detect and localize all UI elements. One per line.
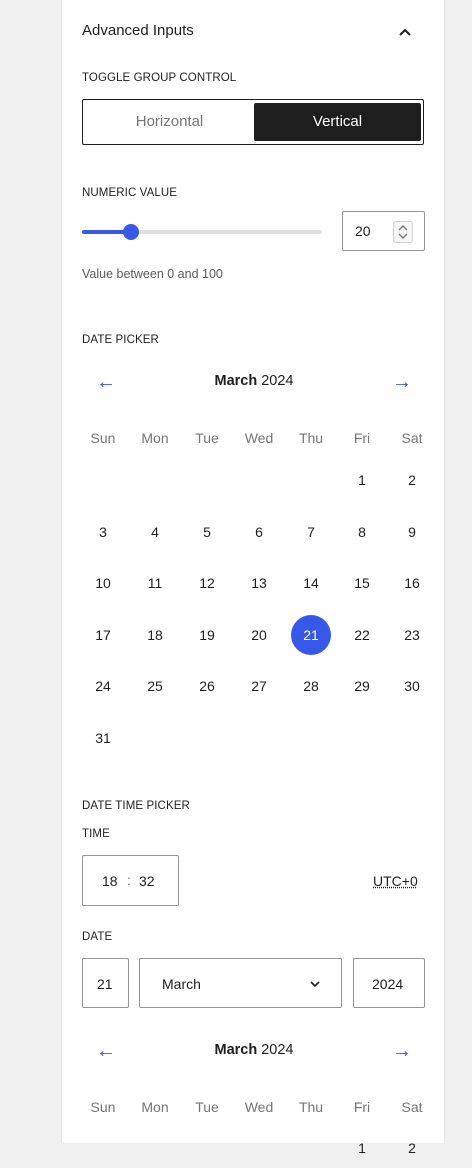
arrow-right-icon[interactable]: → [387, 1036, 417, 1066]
calendar-day[interactable]: 10 [83, 563, 123, 603]
calendar-day[interactable]: 1 [342, 460, 382, 500]
calendar-day[interactable]: 3 [83, 512, 123, 552]
toggle-option-vertical[interactable]: Vertical [254, 103, 421, 141]
calendar-day[interactable]: 14 [291, 563, 331, 603]
calendar-day[interactable]: 7 [291, 512, 331, 552]
calendar-day[interactable]: 11 [135, 563, 175, 603]
toggle-group-label: TOGGLE GROUP CONTROL [82, 72, 237, 84]
inspector-panel: Advanced Inputs TOGGLE GROUP CONTROL Hor… [61, 0, 445, 1156]
time-input: 18 : 32 [82, 855, 179, 906]
calendar-day[interactable]: 13 [239, 563, 279, 603]
weekday-fri: Fri [353, 1099, 371, 1115]
month-select[interactable]: March [139, 958, 342, 1008]
time-label: TIME [82, 828, 110, 840]
calendar-month-year: March 2024 [164, 1042, 344, 1058]
hours-input[interactable]: 18 [102, 873, 118, 889]
timezone-label[interactable]: UTC+0 [373, 873, 418, 889]
calendar-day[interactable]: 23 [392, 615, 432, 655]
calendar-day[interactable]: 8 [342, 512, 382, 552]
numeric-help-text: Value between 0 and 100 [82, 267, 223, 281]
calendar-day[interactable]: 17 [83, 615, 123, 655]
numeric-input[interactable]: 20 [342, 211, 425, 251]
calendar-day[interactable]: 29 [342, 666, 382, 706]
weekday-mon: Mon [141, 430, 169, 446]
weekday-sun: Sun [90, 1099, 116, 1115]
year-input[interactable]: 2024 [353, 958, 425, 1008]
calendar-day[interactable]: 18 [135, 615, 175, 655]
calendar-day[interactable]: 6 [239, 512, 279, 552]
arrow-left-icon[interactable]: ← [91, 1036, 121, 1066]
weekday-sat: Sat [401, 1099, 423, 1115]
calendar-year: 2024 [261, 1042, 294, 1058]
weekday-tue: Tue [195, 430, 219, 446]
calendar-month: March [214, 373, 258, 389]
calendar-day[interactable]: 26 [187, 666, 227, 706]
day-input[interactable]: 21 [82, 958, 129, 1008]
calendar-day[interactable]: 15 [342, 563, 382, 603]
weekday-thu: Thu [298, 1099, 324, 1115]
section-title: Advanced Inputs [82, 22, 194, 39]
calendar-day[interactable]: 19 [187, 615, 227, 655]
calendar-day[interactable]: 28 [291, 666, 331, 706]
spinner-arrows-icon[interactable] [393, 221, 413, 243]
calendar-day[interactable]: 30 [392, 666, 432, 706]
calendar-month-year: March 2024 [164, 373, 344, 389]
chevron-up-icon [399, 28, 411, 36]
weekday-wed: Wed [244, 1099, 274, 1115]
calendar-day-selected[interactable]: 21 [291, 614, 331, 655]
weekday-sun: Sun [90, 430, 116, 446]
weekday-fri: Fri [353, 430, 371, 446]
date-picker-label: DATE PICKER [82, 334, 159, 346]
toggle-option-horizontal[interactable]: Horizontal [86, 103, 253, 141]
weekday-sat: Sat [401, 430, 423, 446]
range-thumb[interactable] [123, 224, 139, 240]
calendar-day[interactable]: 12 [187, 563, 227, 603]
month-select-value: March [162, 976, 201, 992]
calendar-day[interactable]: 20 [239, 615, 279, 655]
weekday-thu: Thu [298, 430, 324, 446]
calendar-day[interactable]: 4 [135, 512, 175, 552]
calendar-day[interactable]: 9 [392, 512, 432, 552]
minutes-input[interactable]: 32 [139, 873, 155, 889]
calendar-day[interactable]: 27 [239, 666, 279, 706]
numeric-value-label: NUMERIC VALUE [82, 187, 178, 199]
calendar-day[interactable]: 5 [187, 512, 227, 552]
calendar-month: March [214, 1042, 258, 1058]
toggle-group: Horizontal Vertical [82, 99, 424, 145]
date-label: DATE [82, 931, 113, 943]
calendar-year: 2024 [261, 373, 294, 389]
weekday-mon: Mon [141, 1099, 169, 1115]
calendar-day[interactable]: 24 [83, 666, 123, 706]
collapse-button[interactable] [392, 20, 418, 44]
calendar-day[interactable]: 22 [342, 615, 382, 655]
arrow-right-icon[interactable]: → [387, 367, 417, 397]
time-separator: : [127, 872, 131, 888]
weekday-wed: Wed [244, 430, 274, 446]
day-input-value: 21 [97, 976, 113, 992]
year-input-value: 2024 [372, 976, 404, 992]
calendar-day[interactable]: 16 [392, 563, 432, 603]
date-time-picker-label: DATE TIME PICKER [82, 800, 190, 812]
calendar-day[interactable]: 2 [392, 1128, 432, 1168]
calendar-day[interactable]: 2 [392, 460, 432, 500]
calendar-day[interactable]: 25 [135, 666, 175, 706]
weekday-tue: Tue [195, 1099, 219, 1115]
arrow-left-icon[interactable]: ← [91, 367, 121, 397]
calendar-day[interactable]: 31 [83, 718, 123, 758]
calendar-day[interactable]: 1 [342, 1128, 382, 1168]
numeric-input-value: 20 [355, 223, 371, 239]
chevron-down-icon [310, 981, 320, 988]
